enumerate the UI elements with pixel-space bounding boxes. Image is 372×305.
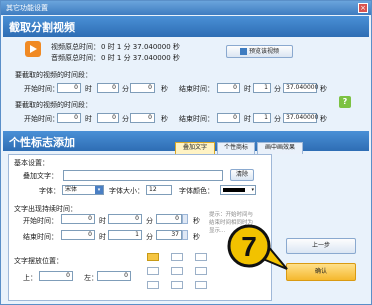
overlay-text-input[interactable] bbox=[63, 170, 223, 181]
position-top-right[interactable] bbox=[195, 253, 207, 261]
unit-minute: 分 bbox=[146, 233, 153, 241]
t-start-minute[interactable]: 0 bbox=[108, 214, 142, 224]
help-icon[interactable]: ? bbox=[339, 96, 351, 108]
t-start-hour[interactable]: 0 bbox=[61, 214, 95, 224]
r1-end-minute[interactable]: 1 bbox=[253, 83, 271, 93]
unit-second: 秒 bbox=[161, 85, 168, 93]
position-mid-right[interactable] bbox=[195, 267, 207, 275]
position-mid-center[interactable] bbox=[171, 267, 183, 275]
t-end-second[interactable]: 37 bbox=[156, 230, 182, 240]
r2-start-second[interactable]: 0 bbox=[130, 113, 155, 123]
font-size-label: 字体大小： bbox=[109, 187, 144, 195]
r1-end-label: 结束时间： bbox=[179, 85, 214, 93]
position-mid-left[interactable] bbox=[147, 267, 159, 275]
video-duration-value: 0 时 1 分 37.040000 秒 bbox=[101, 43, 180, 51]
r2-end-hour[interactable]: 0 bbox=[217, 113, 240, 123]
unit-hour: 时 bbox=[244, 115, 251, 123]
preview-video-button[interactable]: 预览该视频 bbox=[226, 45, 293, 58]
close-button[interactable]: × bbox=[358, 3, 368, 13]
overlay-text-label: 叠加文字： bbox=[23, 172, 58, 180]
t-end-hour[interactable]: 0 bbox=[61, 230, 95, 240]
top-label: 上： bbox=[23, 274, 37, 282]
top-input[interactable]: 0 bbox=[39, 271, 73, 281]
chevron-down-icon: ▾ bbox=[251, 187, 254, 193]
color-swatch bbox=[223, 188, 245, 192]
t-start-second-spinner[interactable] bbox=[182, 214, 188, 224]
left-input[interactable]: 0 bbox=[97, 271, 131, 281]
clear-button[interactable]: 清除 bbox=[230, 169, 254, 181]
t-start-label: 开始时间： bbox=[23, 217, 58, 225]
font-size-input[interactable]: 12 bbox=[146, 185, 172, 195]
tab-pip-effect[interactable]: 画中画效果 bbox=[257, 142, 303, 154]
unit-minute: 分 bbox=[274, 85, 281, 93]
r1-start-minute[interactable]: 0 bbox=[97, 83, 119, 93]
unit-second: 秒 bbox=[161, 115, 168, 123]
chevron-down-icon: ▾ bbox=[95, 186, 103, 194]
font-label: 字体： bbox=[39, 187, 60, 195]
t-end-label: 结束时间： bbox=[23, 233, 58, 241]
badge-number: 7 bbox=[241, 231, 257, 262]
prev-step-button[interactable]: 上一步 bbox=[286, 238, 356, 254]
font-value: 宋体 bbox=[65, 186, 78, 193]
tab-custom-logo[interactable]: 个性商标 bbox=[217, 142, 255, 154]
r2-end-minute[interactable]: 1 bbox=[253, 113, 271, 123]
window-title: 其它功能设置 bbox=[6, 4, 48, 12]
r1-start-second[interactable]: 0 bbox=[130, 83, 155, 93]
section-title-logo: 个性标志添加 bbox=[9, 136, 75, 149]
position-title: 文字摆放位置： bbox=[14, 257, 63, 265]
position-bottom-center[interactable] bbox=[171, 281, 183, 289]
tab-overlay-text[interactable]: 叠加文字 bbox=[175, 142, 215, 154]
title-bar: 其它功能设置 × bbox=[1, 1, 371, 15]
unit-hour: 时 bbox=[244, 85, 251, 93]
unit-minute: 分 bbox=[122, 115, 129, 123]
t-end-minute[interactable]: 1 bbox=[108, 230, 142, 240]
position-grid bbox=[141, 249, 211, 297]
step-badge: 7 bbox=[227, 224, 288, 270]
ok-button[interactable]: 确认 bbox=[286, 263, 356, 281]
time-range-title: 文字出现持续时间： bbox=[14, 205, 77, 213]
unit-second: 秒 bbox=[193, 217, 200, 225]
preview-icon bbox=[239, 48, 247, 55]
video-duration-label: 视频原总时间： bbox=[51, 43, 100, 51]
t-start-second[interactable]: 0 bbox=[156, 214, 182, 224]
r1-start-label: 开始时间： bbox=[24, 85, 59, 93]
position-top-left[interactable] bbox=[147, 253, 159, 261]
unit-minute: 分 bbox=[274, 115, 281, 123]
unit-hour: 时 bbox=[85, 115, 92, 123]
position-bottom-left[interactable] bbox=[147, 281, 159, 289]
unit-second: 秒 bbox=[193, 233, 200, 241]
unit-hour: 时 bbox=[85, 85, 92, 93]
r2-end-second[interactable]: 37.040000 bbox=[283, 113, 318, 123]
section-title-split: 截取分割视频 bbox=[9, 21, 75, 34]
audio-duration-value: 0 时 1 分 37.040000 秒 bbox=[101, 54, 180, 62]
unit-hour: 时 bbox=[99, 217, 106, 225]
font-color-label: 字体颜色： bbox=[179, 187, 214, 195]
font-color-select[interactable]: ▾ bbox=[220, 185, 256, 195]
settings-window: 其它功能设置 × 截取分割视频 视频原总时间： 0 时 1 分 37.04000… bbox=[0, 0, 372, 305]
font-select[interactable]: 宋体 ▾ bbox=[62, 185, 104, 195]
range2-title: 要截取的视频的时间段： bbox=[15, 101, 92, 109]
unit-hour: 时 bbox=[99, 233, 106, 241]
preview-button-label: 预览该视频 bbox=[248, 48, 279, 55]
basic-settings-title: 基本设置： bbox=[14, 159, 49, 167]
r1-end-hour[interactable]: 0 bbox=[217, 83, 240, 93]
position-top-center[interactable] bbox=[171, 253, 183, 261]
r2-start-minute[interactable]: 0 bbox=[97, 113, 119, 123]
range1-title: 要截取的视频的时间段： bbox=[15, 71, 92, 79]
r1-start-hour[interactable]: 0 bbox=[57, 83, 81, 93]
t-end-second-spinner[interactable] bbox=[182, 230, 188, 240]
audio-duration-label: 音频原总时间： bbox=[51, 54, 100, 62]
unit-second: 秒 bbox=[320, 115, 327, 123]
left-label: 左： bbox=[84, 274, 98, 282]
position-bottom-right[interactable] bbox=[195, 281, 207, 289]
r2-start-hour[interactable]: 0 bbox=[57, 113, 81, 123]
unit-second: 秒 bbox=[320, 85, 327, 93]
r2-end-label: 结束时间： bbox=[179, 115, 214, 123]
unit-minute: 分 bbox=[146, 217, 153, 225]
r1-end-second[interactable]: 37.040000 bbox=[283, 83, 318, 93]
r2-start-label: 开始时间： bbox=[24, 115, 59, 123]
unit-minute: 分 bbox=[122, 85, 129, 93]
video-file-icon bbox=[25, 41, 41, 57]
